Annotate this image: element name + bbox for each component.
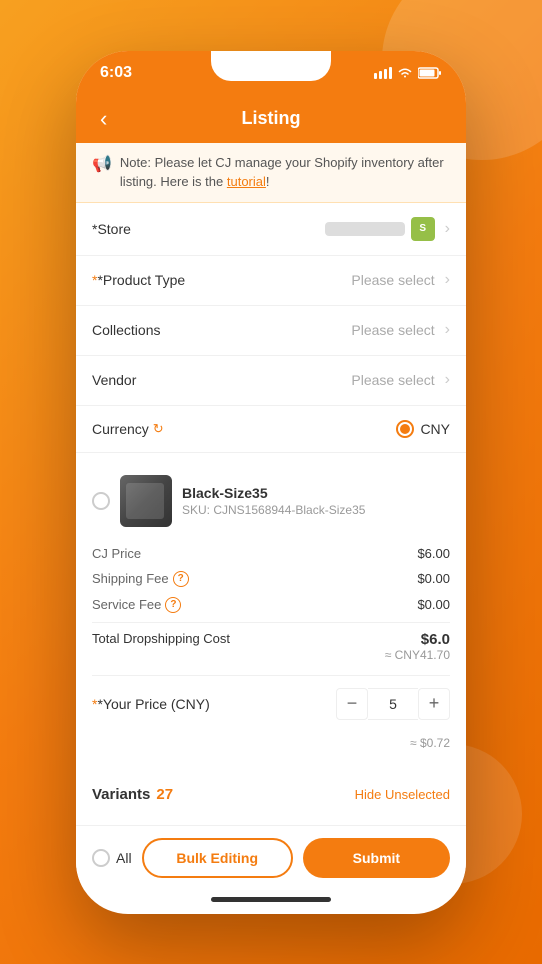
notice-text: Note: Please let CJ manage your Shopify … — [120, 153, 450, 192]
shipping-help-icon[interactable]: ? — [173, 571, 189, 587]
service-fee-label: Service Fee ? — [92, 597, 181, 613]
stepper-minus-button[interactable]: − — [336, 688, 368, 720]
phone-frame: 6:03 ‹ Listing 📢 — [76, 51, 466, 914]
status-icons — [374, 67, 442, 79]
bottom-bar: All Bulk Editing Submit — [76, 825, 466, 890]
shipping-fee-value: $0.00 — [417, 571, 450, 586]
product-type-label: **Product Type — [92, 272, 202, 288]
total-values: $6.0 ≈ CNY41.70 — [385, 631, 450, 662]
store-label: *Store — [92, 221, 202, 237]
product-name: Black-Size35 — [182, 485, 450, 501]
notch — [211, 51, 331, 81]
product-type-label-text: *Product Type — [97, 272, 185, 288]
variants-section: Variants 27 Hide Unselected — [76, 772, 466, 817]
back-button[interactable]: ‹ — [92, 102, 115, 136]
total-row: Total Dropshipping Cost $6.0 ≈ CNY41.70 — [92, 622, 450, 667]
price-stepper: − + — [336, 688, 450, 720]
currency-value: CNY — [164, 420, 450, 438]
store-blurred — [325, 222, 405, 236]
notice-banner: 📢 Note: Please let CJ manage your Shopif… — [76, 143, 466, 203]
collections-chevron: › — [445, 321, 450, 339]
total-label: Total Dropshipping Cost — [92, 631, 230, 646]
cj-price-row: CJ Price $6.00 — [92, 541, 450, 566]
store-value: S › — [202, 217, 450, 241]
variants-count: 27 — [156, 786, 173, 803]
thumb-image — [120, 475, 172, 527]
wifi-icon — [397, 67, 413, 79]
product-sku: SKU: CJNS1568944-Black-Size35 — [182, 503, 450, 517]
service-help-icon[interactable]: ? — [165, 597, 181, 613]
product-info: Black-Size35 SKU: CJNS1568944-Black-Size… — [182, 485, 450, 517]
service-fee-row: Service Fee ? $0.00 — [92, 592, 450, 618]
collections-label: Collections — [92, 322, 202, 338]
currency-label: Currency ↻ — [92, 421, 164, 437]
vendor-placeholder: Please select — [351, 372, 434, 388]
submit-button[interactable]: Submit — [303, 838, 450, 878]
nav-bar: ‹ Listing — [76, 95, 466, 143]
product-thumbnail — [120, 475, 172, 527]
battery-icon — [418, 67, 442, 79]
all-checkbox[interactable]: All — [92, 849, 132, 867]
currency-row: Currency ↻ CNY — [76, 406, 466, 453]
service-fee-value: $0.00 — [417, 597, 450, 612]
all-checkbox-input[interactable] — [92, 849, 110, 867]
total-usd: $6.0 — [385, 631, 450, 648]
product-type-chevron: › — [445, 271, 450, 289]
form-section: *Store S › **Product Type Please select … — [76, 203, 466, 453]
collections-value: Please select › — [202, 321, 450, 339]
signal-icon — [374, 67, 392, 79]
collections-row[interactable]: Collections Please select › — [76, 306, 466, 356]
shipping-fee-row: Shipping Fee ? $0.00 — [92, 566, 450, 592]
store-row[interactable]: *Store S › — [76, 203, 466, 256]
shopify-badge: S — [411, 217, 435, 241]
cj-price-label: CJ Price — [92, 546, 141, 561]
collections-placeholder: Please select — [351, 322, 434, 338]
approx-usd: ≈ $0.72 — [92, 736, 450, 750]
currency-radio[interactable] — [396, 420, 414, 438]
hide-unselected-button[interactable]: Hide Unselected — [355, 787, 450, 802]
store-chevron: › — [445, 220, 450, 238]
notice-icon: 📢 — [92, 154, 112, 174]
vendor-label: Vendor — [92, 372, 202, 388]
all-label: All — [116, 850, 132, 866]
variants-title: Variants 27 — [92, 786, 173, 803]
shipping-fee-label: Shipping Fee ? — [92, 571, 189, 587]
vendor-chevron: › — [445, 371, 450, 389]
status-time: 6:03 — [100, 64, 132, 82]
stepper-input[interactable] — [368, 688, 418, 720]
your-price-row: **Your Price (CNY) − + — [92, 675, 450, 732]
bulk-editing-button[interactable]: Bulk Editing — [142, 838, 293, 878]
vendor-row[interactable]: Vendor Please select › — [76, 356, 466, 406]
tutorial-link[interactable]: tutorial — [227, 174, 266, 189]
product-card: Black-Size35 SKU: CJNS1568944-Black-Size… — [76, 461, 466, 764]
home-indicator — [76, 890, 466, 914]
vendor-value: Please select › — [202, 371, 450, 389]
page-title: Listing — [242, 108, 301, 129]
product-type-value: Please select › — [202, 271, 450, 289]
home-bar — [211, 897, 331, 902]
total-cny: ≈ CNY41.70 — [385, 648, 450, 662]
price-table: CJ Price $6.00 Shipping Fee ? $0.00 Serv… — [92, 541, 450, 750]
currency-text: CNY — [420, 421, 450, 437]
your-price-label: **Your Price (CNY) — [92, 696, 210, 712]
product-type-row[interactable]: **Product Type Please select › — [76, 256, 466, 306]
product-type-placeholder: Please select — [351, 272, 434, 288]
cj-price-value: $6.00 — [417, 546, 450, 561]
product-header: Black-Size35 SKU: CJNS1568944-Black-Size… — [92, 475, 450, 527]
product-select-radio[interactable] — [92, 492, 110, 510]
stepper-plus-button[interactable]: + — [418, 688, 450, 720]
refresh-icon[interactable]: ↻ — [153, 421, 164, 437]
variants-header: Variants 27 Hide Unselected — [92, 786, 450, 803]
